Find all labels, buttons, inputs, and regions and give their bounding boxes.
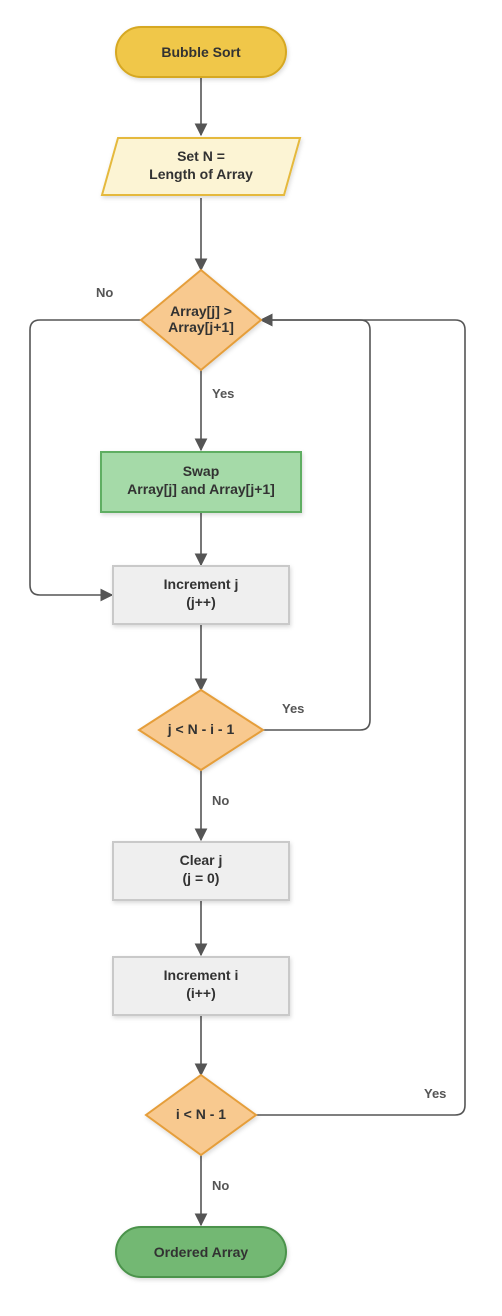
node-start-label: Bubble Sort xyxy=(161,44,241,60)
node-outercond: i < N - 1 xyxy=(146,1075,256,1155)
label-compare-no: No xyxy=(96,285,113,300)
node-clearj-line1: Clear j xyxy=(180,852,223,868)
node-inci-line1: Increment i xyxy=(164,967,239,983)
edges xyxy=(30,77,465,1225)
edge-inner-yes xyxy=(261,320,370,730)
node-swap: Swap Array[j] and Array[j+1] xyxy=(101,452,301,512)
node-clearj-line2: (j = 0) xyxy=(183,870,220,886)
label-outer-no: No xyxy=(212,1178,229,1193)
label-outer-yes: Yes xyxy=(424,1086,446,1101)
flowchart: Bubble Sort Set N = Length of Array Arra… xyxy=(0,0,502,1316)
node-setn: Set N = Length of Array xyxy=(102,138,300,195)
node-end-label: Ordered Array xyxy=(154,1244,249,1260)
node-setn-line2: Length of Array xyxy=(149,166,253,182)
node-inci: Increment i (i++) xyxy=(113,957,289,1015)
node-compare: Array[j] > Array[j+1] xyxy=(141,270,261,370)
node-innercond: j < N - i - 1 xyxy=(139,690,263,770)
node-inci-line2: (i++) xyxy=(186,985,216,1001)
node-incj-line1: Increment j xyxy=(164,576,239,592)
label-compare-yes: Yes xyxy=(212,386,234,401)
label-inner-no: No xyxy=(212,793,229,808)
node-outercond-line1: i < N - 1 xyxy=(176,1106,226,1122)
node-start: Bubble Sort xyxy=(116,27,286,77)
node-clearj: Clear j (j = 0) xyxy=(113,842,289,900)
node-incj: Increment j (j++) xyxy=(113,566,289,624)
node-compare-line1: Array[j] > xyxy=(170,303,232,319)
node-swap-line2: Array[j] and Array[j+1] xyxy=(127,481,275,497)
node-setn-line1: Set N = xyxy=(177,148,225,164)
node-innercond-line1: j < N - i - 1 xyxy=(167,721,235,737)
node-incj-line2: (j++) xyxy=(186,594,216,610)
label-inner-yes: Yes xyxy=(282,701,304,716)
node-end: Ordered Array xyxy=(116,1227,286,1277)
node-swap-line1: Swap xyxy=(183,463,220,479)
node-compare-line2: Array[j+1] xyxy=(168,319,234,335)
